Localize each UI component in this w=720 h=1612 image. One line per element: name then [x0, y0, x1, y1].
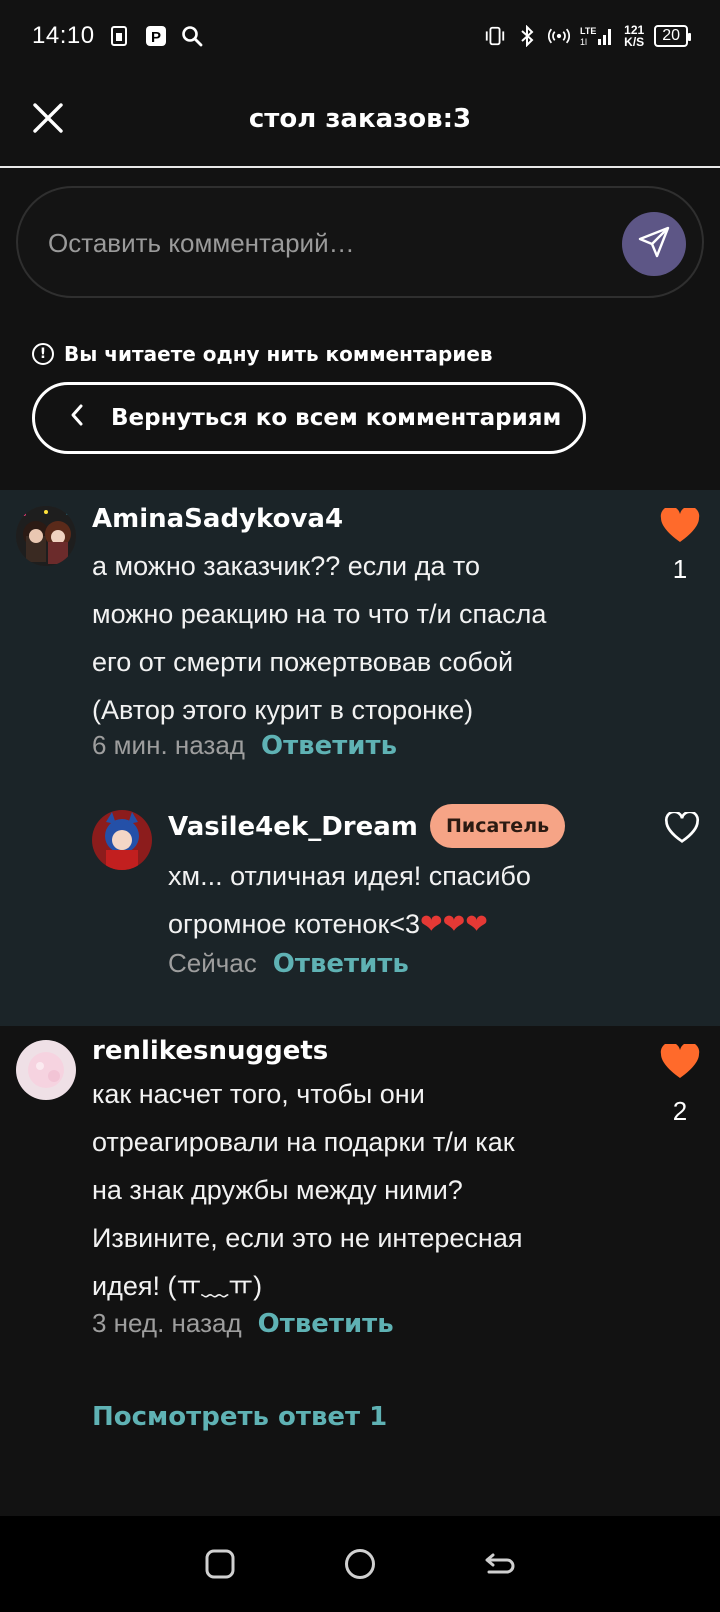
reply-text: хм... отличная идея! спасибо огромное ко… [168, 852, 531, 948]
heart-emojis: ❤❤❤ [420, 909, 488, 939]
comment-line-text: огромное котенок<3 [168, 909, 421, 939]
comment-input[interactable] [48, 218, 608, 268]
comment-meta: 6 мин. назад Ответить [92, 730, 397, 761]
chevron-left-icon [69, 403, 85, 433]
recents-icon[interactable] [200, 1544, 240, 1584]
comment-line: идея! (ㅠ﹏ㅠ) [92, 1271, 263, 1301]
battery-level: 20 [662, 27, 680, 44]
comment-item: renlikesnuggets 2 как насчет того, чтобы… [0, 1026, 720, 1386]
reply-button[interactable]: Ответить [261, 731, 397, 761]
like-button[interactable] [660, 1042, 700, 1080]
search-icon [181, 25, 203, 47]
like-button[interactable] [660, 506, 700, 544]
home-icon[interactable] [340, 1544, 380, 1584]
top-app-bar: стол заказов:3 [0, 72, 720, 168]
writer-badge: Писатель [430, 804, 566, 848]
app-root: 14:10 P LTE 1l 121 K/S 20 стол заказов:3… [0, 0, 720, 1612]
svg-text:P: P [151, 29, 161, 46]
info-icon: ! [32, 343, 54, 365]
reply-time: Сейчас [168, 948, 257, 978]
avatar[interactable] [16, 506, 76, 566]
heart-outline-icon [664, 810, 700, 848]
reply-button[interactable]: Ответить [273, 949, 409, 979]
comment-meta: 3 нед. назад Ответить [92, 1308, 394, 1339]
like-count: 2 [672, 1096, 688, 1126]
send-button[interactable] [622, 212, 686, 276]
comment-line: хм... отличная идея! спасибо [168, 861, 531, 891]
back-to-all-comments-button[interactable]: Вернуться ко всем комментариям [32, 382, 586, 454]
comment-text: как насчет того, чтобы они отреагировали… [92, 1070, 522, 1310]
avatar[interactable] [92, 810, 152, 870]
like-button[interactable] [664, 810, 704, 848]
close-icon[interactable] [30, 100, 66, 136]
comment-line: а можно заказчик?? если да то [92, 551, 480, 581]
back-icon[interactable] [480, 1544, 520, 1584]
thread-notice: ! Вы читаете одну нить комментариев [32, 342, 493, 366]
reply-button[interactable]: Ответить [258, 1309, 394, 1339]
comment-line: на знак дружбы между ними? [92, 1175, 463, 1205]
avatar[interactable] [16, 1040, 76, 1100]
comment-text: а можно заказчик?? если да то можно реак… [92, 542, 546, 734]
back-button-label: Вернуться ко всем комментариям [111, 405, 562, 431]
battery-indicator: 20 [654, 25, 691, 47]
comment-line: Извините, если это не интересная [92, 1223, 523, 1253]
heart-filled-icon [660, 506, 700, 548]
svg-text:LTE: LTE [580, 26, 596, 36]
heart-filled-icon [660, 1042, 700, 1084]
comment-time: 6 мин. назад [92, 730, 245, 760]
like-count: 1 [672, 554, 688, 584]
system-nav-bar [0, 1516, 720, 1612]
thread-notice-text: Вы читаете одну нить комментариев [64, 342, 493, 366]
bluetooth-icon [516, 25, 538, 47]
reply-username[interactable]: Vasile4ek_Dream [168, 812, 418, 842]
sim-icon [109, 25, 131, 47]
vibrate-icon [484, 25, 506, 47]
p-app-icon: P [145, 25, 167, 47]
comment-line: его от смерти пожертвовав собой [92, 647, 514, 677]
status-time: 14:10 [32, 22, 95, 49]
reply-meta: Сейчас Ответить [168, 948, 409, 979]
hotspot-icon [548, 25, 571, 47]
comment-username[interactable]: renlikesnuggets [92, 1036, 328, 1066]
comment-composer [16, 186, 704, 298]
comment-item: AminaSadykova4 1 а можно заказчик?? если… [0, 490, 720, 790]
network-speed: 121 K/S [624, 23, 645, 49]
comment-username[interactable]: AminaSadykova4 [92, 504, 343, 534]
svg-text:1l: 1l [580, 37, 587, 47]
comment-line: можно реакцию на то что т/и спасла [92, 599, 547, 629]
reply-item: Vasile4ek_Dream Писатель хм... отличная … [0, 790, 720, 1020]
lte-signal-icon: LTE 1l [580, 25, 614, 47]
comment-line: отреагировали на подарки т/и как [92, 1127, 515, 1157]
comment-line: (Автор этого курит в сторонке) [92, 695, 474, 725]
comment-time: 3 нед. назад [92, 1308, 242, 1338]
send-icon [636, 224, 672, 264]
view-replies-link[interactable]: Посмотреть ответ 1 [92, 1402, 387, 1432]
status-bar: 14:10 P LTE 1l 121 K/S 20 [0, 0, 720, 72]
page-title: стол заказов:3 [248, 104, 472, 134]
comment-line: огромное котенок<3❤❤❤ [168, 900, 531, 948]
comment-line: как насчет того, чтобы они [92, 1079, 425, 1109]
